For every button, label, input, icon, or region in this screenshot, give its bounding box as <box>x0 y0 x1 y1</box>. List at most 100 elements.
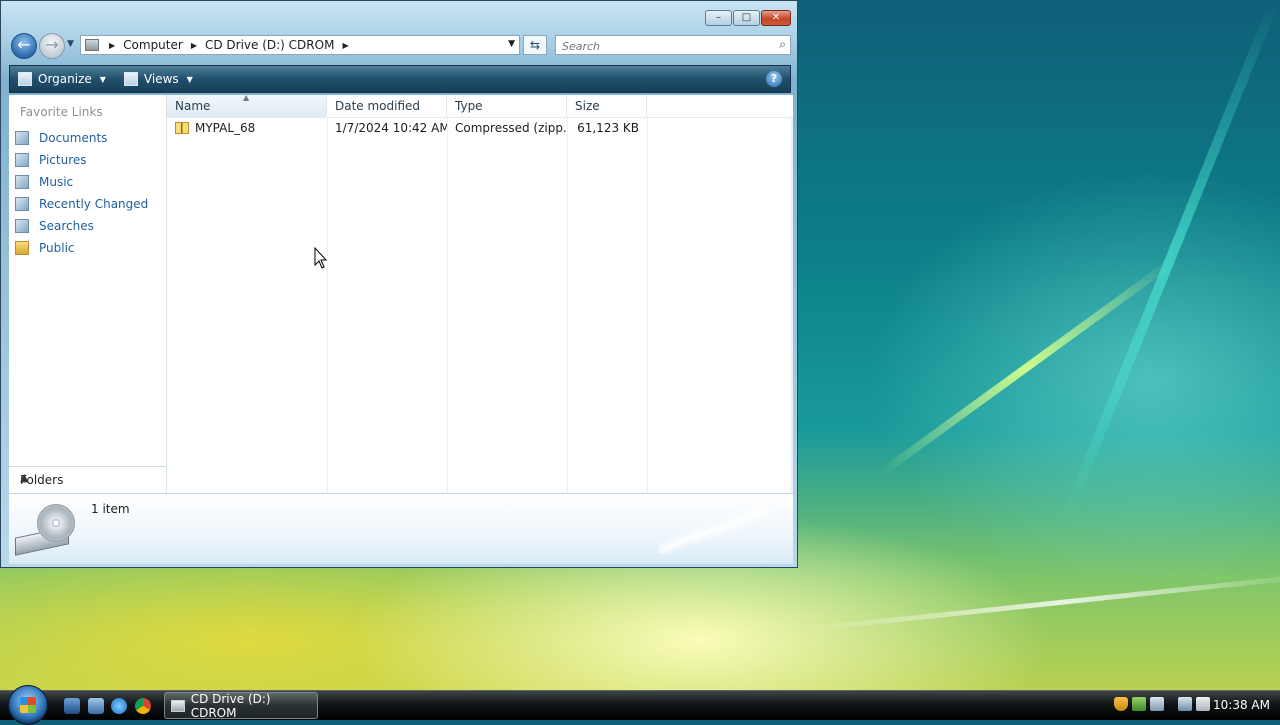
back-button[interactable]: ← <box>11 33 37 59</box>
minimize-button[interactable]: – <box>705 10 732 26</box>
sidebar-item-pictures[interactable]: Pictures <box>15 149 148 171</box>
favorite-links-heading: Favorite Links <box>20 105 103 119</box>
refresh-button[interactable]: ⇆ <box>523 35 547 55</box>
zip-folder-icon <box>175 122 189 134</box>
start-button[interactable] <box>8 685 48 725</box>
views-button[interactable]: Views ▼ <box>116 72 203 86</box>
wallpaper-streak <box>1060 0 1280 522</box>
column-header-label: Type <box>455 99 483 113</box>
file-name-cell: MYPAL_68 <box>167 121 327 135</box>
recent-pages-dropdown[interactable]: ▼ <box>67 39 74 49</box>
sidebar-item-public[interactable]: Public <box>15 237 148 259</box>
searches-icon <box>15 219 29 233</box>
forward-button[interactable]: → <box>39 33 65 59</box>
sidebar-item-label: Documents <box>39 131 108 145</box>
explorer-window: – □ ✕ ← → ▼ ▶ Computer ▶ CD Drive (D:) C… <box>0 0 798 568</box>
taskbar-window-button[interactable]: CD Drive (D:) CDROM <box>164 691 318 720</box>
volume-muted-icon[interactable] <box>1196 697 1210 711</box>
sidebar-item-label: Public <box>39 241 75 255</box>
switch-windows-icon[interactable] <box>88 698 104 714</box>
column-divider <box>327 117 328 493</box>
network-icon[interactable] <box>1178 697 1192 711</box>
taskbar-window-label: CD Drive (D:) CDROM <box>190 691 271 720</box>
breadcrumb-cd-drive[interactable]: CD Drive (D:) CDROM <box>205 38 334 52</box>
navigation-bar: ← → ▼ ▶ Computer ▶ CD Drive (D:) CDROM ▶… <box>9 33 791 59</box>
command-bar: Organize ▼ Views ▼ ? <box>9 65 791 93</box>
decorative-swoosh <box>659 506 769 554</box>
chevron-down-icon: ▼ <box>99 74 106 84</box>
cd-drive-icon <box>13 502 75 556</box>
navigation-pane: Favorite Links Documents Pictures Music … <box>9 95 167 493</box>
file-name: MYPAL_68 <box>195 121 256 135</box>
views-label: Views <box>143 72 179 86</box>
help-icon[interactable]: ? <box>766 71 782 87</box>
file-list: ▲ Name Date modified Type Size MYPAL_68 … <box>167 93 793 493</box>
search-input[interactable] <box>560 37 764 55</box>
internet-explorer-icon[interactable] <box>111 698 127 714</box>
music-icon <box>15 175 29 189</box>
sidebar-item-label: Recently Changed <box>39 197 149 211</box>
file-row[interactable]: MYPAL_68 1/7/2024 10:42 AM Compressed (z… <box>167 117 647 139</box>
documents-icon <box>15 131 29 145</box>
favorite-links-list: Documents Pictures Music Recently Change… <box>15 127 148 259</box>
sidebar-item-music[interactable]: Music <box>15 171 148 193</box>
file-date: 1/7/2024 10:42 AM <box>335 121 447 135</box>
column-divider <box>447 117 448 493</box>
address-bar[interactable]: ▶ Computer ▶ CD Drive (D:) CDROM ▶ ▼ <box>80 35 520 55</box>
recently-changed-icon <box>15 197 29 211</box>
column-divider <box>567 117 568 493</box>
folders-toggle[interactable]: Folders ▲ <box>9 466 166 493</box>
column-header-name[interactable]: ▲ Name <box>167 93 327 117</box>
column-header-type[interactable]: Type <box>447 95 567 117</box>
show-desktop-icon[interactable] <box>64 698 80 714</box>
system-tray: 10:38 AM <box>1110 691 1280 719</box>
chevron-down-icon: ▼ <box>186 74 193 84</box>
column-header-size[interactable]: Size <box>567 95 647 117</box>
file-type: Compressed (zipp... <box>455 121 567 135</box>
maximize-button[interactable]: □ <box>733 10 760 26</box>
folder-icon <box>15 241 29 255</box>
chrome-icon[interactable] <box>135 698 151 714</box>
sidebar-item-recently-changed[interactable]: Recently Changed <box>15 193 148 215</box>
window-controls: – □ ✕ <box>705 10 791 26</box>
tray-app-icon[interactable] <box>1150 697 1164 711</box>
column-divider <box>647 117 648 493</box>
sidebar-item-label: Pictures <box>39 153 87 167</box>
column-header-label: Size <box>575 99 600 113</box>
organize-icon <box>18 72 32 86</box>
search-icon[interactable]: ⌕ <box>779 37 786 52</box>
column-header-label: Date modified <box>335 99 421 113</box>
wallpaper-streak <box>801 572 1280 633</box>
column-headers: ▲ Name Date modified Type Size <box>167 93 791 118</box>
security-shield-icon[interactable] <box>1114 697 1128 711</box>
address-dropdown-icon[interactable]: ▼ <box>508 39 515 49</box>
close-button[interactable]: ✕ <box>761 10 791 26</box>
breadcrumb-computer[interactable]: Computer <box>123 38 183 52</box>
column-header-label: Name <box>175 99 211 113</box>
windows-defender-icon[interactable] <box>1132 697 1146 711</box>
search-box: ⌕ <box>555 35 791 55</box>
clock[interactable]: 10:38 AM <box>1213 698 1270 712</box>
breadcrumb-separator-icon[interactable]: ▶ <box>109 41 115 50</box>
cd-drive-icon <box>171 699 185 712</box>
wallpaper-streak <box>877 259 1174 478</box>
sort-ascending-icon: ▲ <box>243 93 250 102</box>
breadcrumb-separator-icon[interactable]: ▶ <box>191 41 197 50</box>
computer-icon <box>85 39 99 51</box>
column-header-date[interactable]: Date modified <box>327 95 447 117</box>
file-size: 61,123 KB <box>577 121 639 135</box>
scroll-edge <box>791 117 793 493</box>
sidebar-item-documents[interactable]: Documents <box>15 127 148 149</box>
sidebar-item-label: Searches <box>39 219 94 233</box>
breadcrumb-separator-icon[interactable]: ▶ <box>342 41 348 50</box>
sidebar-item-searches[interactable]: Searches <box>15 215 148 237</box>
sidebar-item-label: Music <box>39 175 74 189</box>
content-area: Favorite Links Documents Pictures Music … <box>9 93 793 493</box>
organize-button[interactable]: Organize ▼ <box>10 72 116 86</box>
views-icon <box>123 72 138 86</box>
windows-logo-icon <box>20 697 36 713</box>
item-count: 1 item <box>91 502 130 516</box>
pictures-icon <box>15 153 29 167</box>
details-pane: 1 item <box>9 493 793 564</box>
chevron-up-icon[interactable]: ▲ <box>20 471 160 484</box>
